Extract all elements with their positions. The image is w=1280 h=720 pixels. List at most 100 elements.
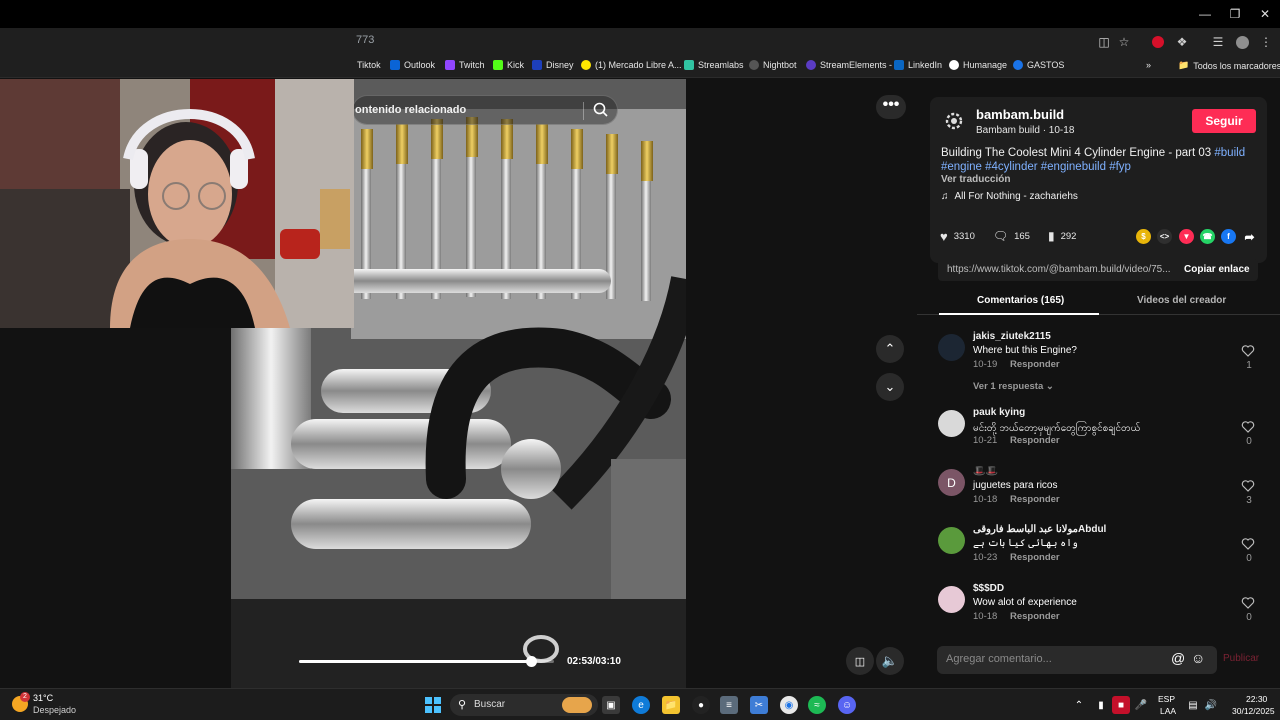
- share-arrow-icon[interactable]: ➦: [1242, 229, 1257, 244]
- heart-outline-icon[interactable]: [1241, 596, 1255, 610]
- star-icon[interactable]: ☆: [1116, 34, 1132, 50]
- install-icon[interactable]: ◫: [1096, 34, 1112, 50]
- comment-username[interactable]: مولانا عبد الباسط فاروقیAbdul: [973, 524, 1106, 535]
- view-replies-button[interactable]: Ver 1 respuesta ⌄: [973, 381, 1054, 392]
- reply-button[interactable]: Responder: [1010, 611, 1060, 622]
- comment-avatar[interactable]: [938, 410, 965, 437]
- copy-link-button[interactable]: Copiar enlace: [1184, 264, 1250, 275]
- profile-avatar[interactable]: [1234, 34, 1250, 50]
- next-video-button[interactable]: ⌄: [876, 373, 904, 401]
- follow-button[interactable]: Seguir: [1192, 109, 1256, 133]
- emoji-icon[interactable]: ☺: [1191, 650, 1205, 666]
- heart-outline-icon[interactable]: [1241, 537, 1255, 551]
- mention-icon[interactable]: @: [1171, 650, 1185, 666]
- creator-avatar[interactable]: [942, 109, 966, 133]
- translate-link[interactable]: Ver traducción: [941, 174, 1010, 185]
- more-options-button[interactable]: •••: [876, 95, 906, 119]
- previous-video-button[interactable]: ⌃: [876, 335, 904, 363]
- music-track[interactable]: ♫ All For Nothing - zachariehs: [941, 191, 1078, 202]
- comment-avatar[interactable]: [938, 527, 965, 554]
- discord-icon[interactable]: ☺: [838, 696, 856, 714]
- heart-outline-icon[interactable]: [1241, 479, 1255, 493]
- minimize-icon[interactable]: —: [1188, 0, 1222, 28]
- volume-button[interactable]: 🔈: [876, 647, 904, 675]
- hashtag[interactable]: #fyp: [1109, 161, 1131, 173]
- comment-stat[interactable]: 🗨 165: [993, 229, 1030, 243]
- hashtag[interactable]: #4cylinder: [985, 161, 1037, 173]
- bookmark-linkedin[interactable]: LinkedIn: [894, 60, 942, 70]
- extensions-icon[interactable]: ❖: [1174, 34, 1190, 50]
- share-link-url[interactable]: https://www.tiktok.com/@bambam.build/vid…: [947, 264, 1175, 275]
- creator-username[interactable]: bambam.build: [976, 107, 1064, 122]
- network-icon[interactable]: ▤: [1184, 696, 1202, 714]
- comment-username[interactable]: 🎩🎩: [973, 466, 998, 477]
- whatsapp-icon[interactable]: ☎: [1200, 229, 1215, 244]
- comment-avatar[interactable]: [938, 586, 965, 613]
- hashtag[interactable]: #engine: [941, 161, 982, 173]
- bookmark-mercadolibre[interactable]: (1) Mercado Libre A...: [581, 60, 682, 70]
- like-stat[interactable]: ♥ 3310: [940, 229, 975, 244]
- extension-red-icon[interactable]: [1150, 34, 1166, 50]
- taskbar-search[interactable]: ⚲ Buscar: [450, 694, 598, 716]
- heart-outline-icon[interactable]: [1241, 420, 1255, 434]
- file-explorer-icon[interactable]: 📁: [662, 696, 680, 714]
- microphone-icon[interactable]: 🎤: [1132, 696, 1150, 714]
- usb-icon[interactable]: ▮: [1092, 696, 1110, 714]
- edge-icon[interactable]: e: [632, 696, 650, 714]
- calculator-icon[interactable]: ≡: [720, 696, 738, 714]
- tray-expand-icon[interactable]: ⌃: [1070, 696, 1088, 714]
- keyboard-layout[interactable]: LAA: [1160, 706, 1176, 716]
- video-progress[interactable]: [299, 656, 554, 667]
- bookmark-gastos[interactable]: GASTOS: [1013, 60, 1064, 70]
- tab-comments[interactable]: Comentarios (165): [977, 295, 1064, 306]
- heart-outline-icon[interactable]: [1241, 344, 1255, 358]
- windows-start-icon[interactable]: [424, 696, 442, 714]
- clock-date[interactable]: 30/12/2025: [1232, 706, 1275, 716]
- video-progress-knob[interactable]: [526, 656, 538, 667]
- bookmark-twitch[interactable]: Twitch: [445, 60, 485, 70]
- language-code[interactable]: ESP: [1158, 694, 1175, 704]
- save-stat[interactable]: ▮ 292: [1048, 229, 1076, 243]
- reply-button[interactable]: Responder: [1010, 359, 1060, 370]
- menu-icon[interactable]: ⋮: [1258, 34, 1274, 50]
- reply-button[interactable]: Responder: [1010, 552, 1060, 563]
- bookmark-outlook[interactable]: Outlook: [390, 60, 435, 70]
- chrome-icon[interactable]: ◉: [780, 696, 798, 714]
- embed-icon[interactable]: <>: [1157, 229, 1172, 244]
- reply-button[interactable]: Responder: [1010, 435, 1060, 446]
- bookmark-disney[interactable]: Disney: [532, 60, 574, 70]
- speaker-icon[interactable]: 🔊: [1202, 696, 1220, 714]
- pip-button[interactable]: ◫: [846, 647, 874, 675]
- comment-input[interactable]: Agregar comentario... @ ☺: [937, 646, 1217, 674]
- obs-icon[interactable]: ●: [692, 696, 710, 714]
- task-view-icon[interactable]: ▣: [602, 696, 620, 714]
- bookmark-kick[interactable]: Kick: [493, 60, 524, 70]
- coin-icon[interactable]: $: [1136, 229, 1151, 244]
- snipping-tool-icon[interactable]: ✂: [750, 696, 768, 714]
- publish-button[interactable]: Publicar: [1223, 653, 1259, 664]
- bookmark-tiktok[interactable]: Tiktok: [357, 60, 381, 70]
- bookmark-humanage[interactable]: Humanage: [949, 60, 1007, 70]
- tab-creator-videos[interactable]: Videos del creador: [1137, 295, 1226, 306]
- reply-button[interactable]: Responder: [1010, 494, 1060, 505]
- bookmark-streamlabs[interactable]: Streamlabs: [684, 60, 744, 70]
- clock-time[interactable]: 22:30: [1246, 694, 1267, 704]
- all-bookmarks[interactable]: 📁 Todos los marcadores: [1178, 60, 1280, 71]
- search-icon[interactable]: [591, 100, 611, 120]
- more-bookmarks-icon[interactable]: »: [1146, 60, 1151, 70]
- comment-username[interactable]: $$$DD: [973, 583, 1004, 594]
- send-icon[interactable]: ▼: [1179, 229, 1194, 244]
- restore-icon[interactable]: ❐: [1218, 0, 1252, 28]
- facebook-icon[interactable]: f: [1221, 229, 1236, 244]
- spotify-icon[interactable]: ≈: [808, 696, 826, 714]
- url-text[interactable]: 773: [356, 34, 374, 46]
- hashtag[interactable]: #build: [1214, 147, 1245, 159]
- related-search[interactable]: ontenido relacionado: [352, 95, 618, 125]
- bookmark-nightbot[interactable]: Nightbot: [749, 60, 797, 70]
- bookmark-streamelements[interactable]: StreamElements -: [806, 60, 892, 70]
- comment-username[interactable]: jakis_ziutek2115: [973, 331, 1051, 342]
- hashtag[interactable]: #enginebuild: [1041, 161, 1106, 173]
- comment-avatar[interactable]: [938, 334, 965, 361]
- close-icon[interactable]: ✕: [1248, 0, 1280, 28]
- media-icon[interactable]: ☰: [1210, 34, 1226, 50]
